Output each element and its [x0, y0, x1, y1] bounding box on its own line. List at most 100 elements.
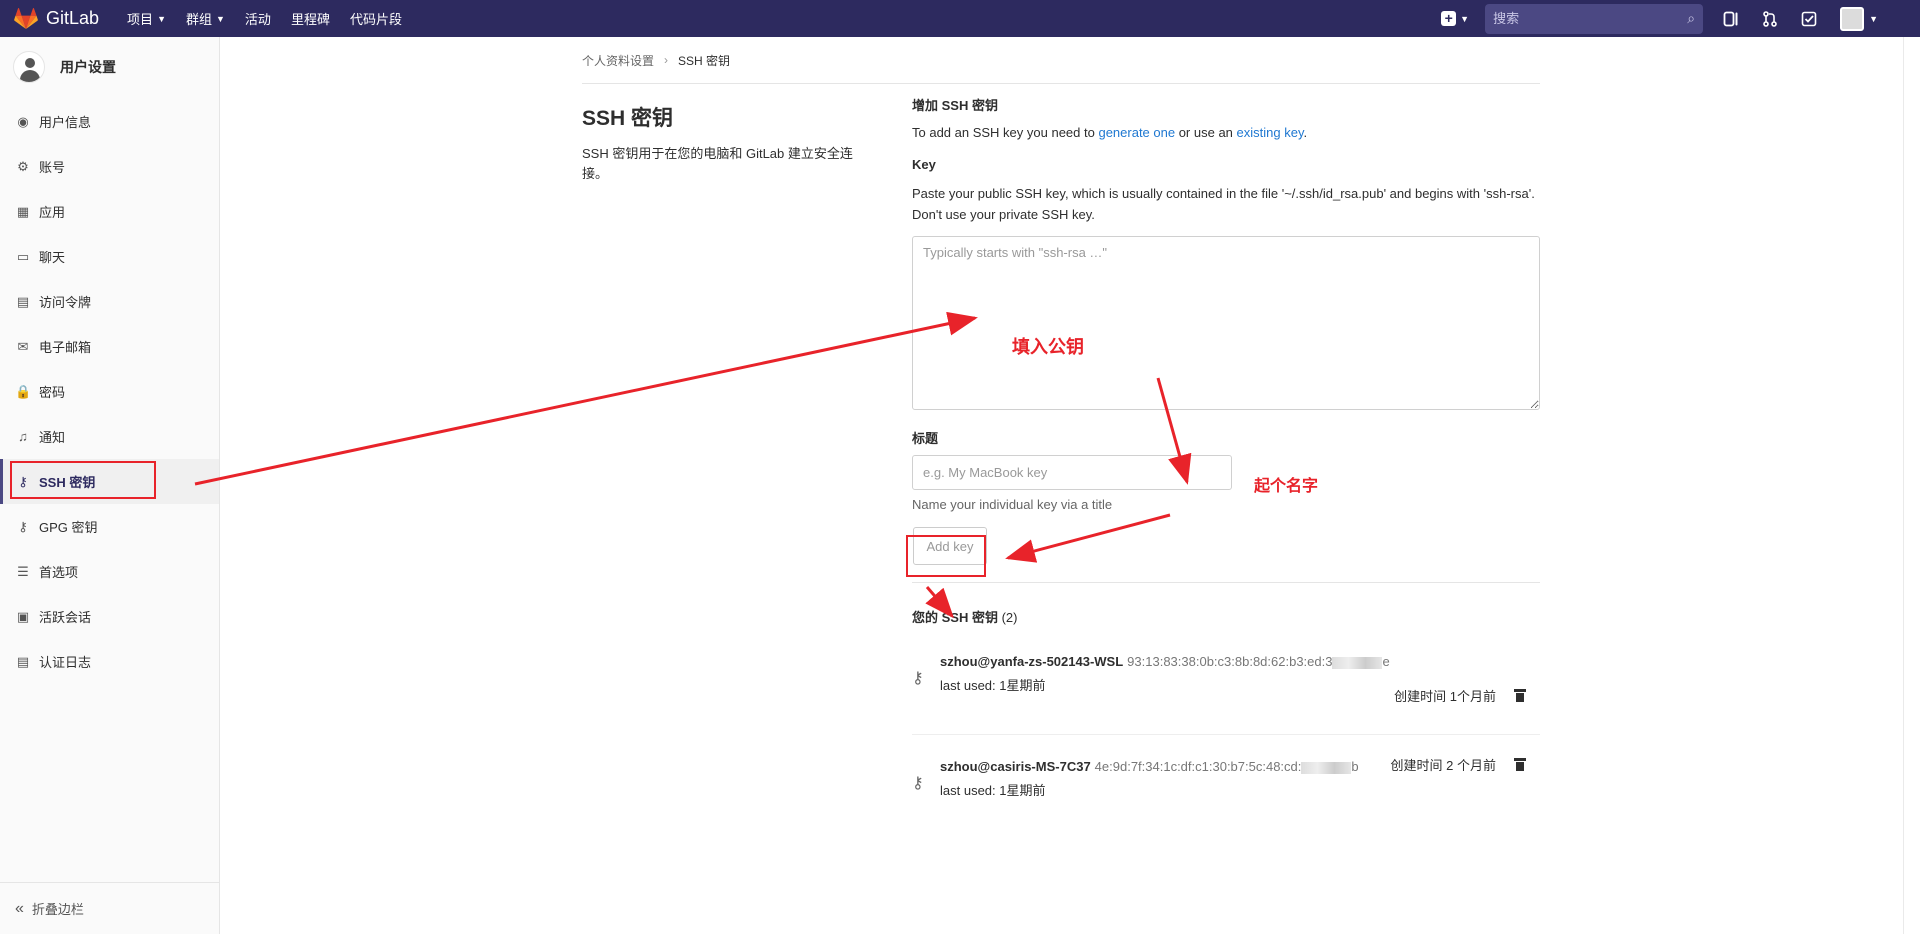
breadcrumb-current: SSH 密钥	[678, 53, 731, 68]
applications-icon: ▦	[16, 203, 30, 219]
sidebar-item-label: 访问令牌	[39, 295, 92, 310]
nav-milestones[interactable]: 里程碑	[291, 9, 330, 28]
merge-request-icon[interactable]	[1762, 10, 1778, 27]
key-row[interactable]: ⚷ szhou@casiris-MS-7C37 4e:9d:7f:34:1c:df…	[912, 734, 1540, 838]
redacted-blur	[1301, 761, 1352, 774]
search-box[interactable]: ⌕	[1485, 3, 1704, 34]
profile-icon: ◉	[17, 113, 29, 129]
key-title-line: szhou@casiris-MS-7C37 4e:9d:7f:34:1c:df:c…	[940, 759, 1359, 774]
key-row[interactable]: ⚷ szhou@yanfa-zs-502143-WSL 93:13:83:38:0…	[912, 630, 1540, 734]
todo-icon[interactable]	[1801, 11, 1817, 27]
sidebar-item-gpg-keys[interactable]: ⚷ GPG 密钥	[0, 504, 219, 549]
nav-activity-label: 活动	[244, 12, 271, 27]
key-name[interactable]: szhou@casiris-MS-7C37	[940, 759, 1091, 774]
bell-icon: ♫	[18, 429, 28, 444]
plus-icon: +	[1441, 11, 1457, 26]
breadcrumb-parent[interactable]: 个人资料设置	[582, 52, 654, 69]
gitlab-logo-icon	[14, 7, 38, 29]
issues-icon[interactable]	[1723, 11, 1739, 27]
key-title-line: szhou@yanfa-zs-502143-WSL 93:13:83:38:0b:…	[940, 654, 1390, 669]
search-icon: ⌕	[1687, 10, 1696, 26]
annotation-name-it: 起个名字	[1254, 476, 1319, 495]
sidebar-item-label: 用户信息	[39, 115, 92, 130]
nav-activity[interactable]: 活动	[245, 9, 271, 28]
gitlab-brand[interactable]: GitLab	[14, 0, 99, 37]
sidebar-item-label: 电子邮箱	[39, 340, 92, 355]
sidebar-item-emails[interactable]: ✉ 电子邮箱	[0, 324, 219, 369]
sidebar-item-account[interactable]: ⚙ 账号	[0, 144, 219, 189]
account-icon: ⚙	[17, 158, 29, 174]
key-label: Key	[912, 157, 936, 172]
intro-column: SSH 密钥 SSH 密钥用于在您的电脑和 GitLab 建立安全连接。	[582, 100, 872, 184]
sidebar-item-chat[interactable]: ▭ 聊天	[0, 234, 219, 279]
sidebar-header[interactable]: 用户设置	[0, 37, 219, 97]
redacted-blur	[1332, 656, 1383, 669]
chat-icon: ▭	[16, 248, 30, 264]
your-keys-title: 您的 SSH 密钥	[912, 610, 998, 625]
main-nav: 项目 ▼ 群组 ▼ 活动 里程碑 代码片段	[127, 0, 422, 37]
email-icon: ✉	[17, 338, 29, 354]
sidebar-item-label: 活跃会话	[39, 610, 92, 625]
nav-snippets[interactable]: 代码片段	[350, 9, 402, 28]
main-content: 个人资料设置 › SSH 密钥 SSH 密钥 SSH 密钥用于在您的电脑和 Gi…	[582, 37, 1540, 798]
key-textarea[interactable]	[912, 236, 1540, 410]
user-menu[interactable]: ▼	[1840, 6, 1878, 31]
annotation-arrow	[194, 311, 978, 486]
key-last-used: last used: 1星期前	[940, 678, 1046, 693]
sidebar-item-password[interactable]: 🔒 密码	[0, 369, 219, 414]
key-name[interactable]: szhou@yanfa-zs-502143-WSL	[940, 654, 1123, 669]
trash-icon[interactable]	[1514, 758, 1526, 771]
breadcrumb: 个人资料设置 › SSH 密钥	[582, 37, 1540, 84]
sidebar-item-active-sessions[interactable]: ▣ 活跃会话	[0, 594, 219, 639]
divider	[912, 582, 1540, 583]
key-fingerprint-end: b	[1351, 759, 1359, 774]
breadcrumb-separator: ›	[664, 53, 669, 67]
sidebar-items: ◉ 用户信息 ⚙ 账号 ▦ 应用 ▭ 聊天 ▤ 访问令牌 ✉ 电子邮箱 🔒 密码 ♫ 通知 ⚷ S…	[0, 99, 219, 684]
page-scrollbar[interactable]	[1903, 37, 1920, 934]
sidebar-item-auth-log[interactable]: ▤ 认证日志	[0, 639, 219, 684]
key-icon: ⚷	[912, 775, 924, 792]
sidebar-item-applications[interactable]: ▦ 应用	[0, 189, 219, 234]
sidebar-item-label: 首选项	[39, 565, 79, 580]
page-description: SSH 密钥用于在您的电脑和 GitLab 建立安全连接。	[582, 146, 853, 181]
collapse-sidebar-button[interactable]: « 折叠边栏	[0, 882, 219, 934]
chevron-down-icon: ▼	[216, 13, 225, 24]
trash-icon[interactable]	[1514, 689, 1526, 702]
sidebar-item-access-tokens[interactable]: ▤ 访问令牌	[0, 279, 219, 324]
keys-list: ⚷ szhou@yanfa-zs-502143-WSL 93:13:83:38:0…	[912, 630, 1540, 838]
brand-name: GitLab	[46, 8, 100, 28]
key-created: 创建时间 2 个月前	[1390, 758, 1496, 773]
annotation-box-sidebar	[10, 461, 156, 499]
page-title: SSH 密钥	[582, 107, 674, 130]
preferences-icon: ☰	[17, 563, 29, 579]
nav-groups-label: 群组	[185, 12, 212, 27]
intro-text: or use an	[1175, 125, 1237, 140]
sidebar-item-preferences[interactable]: ☰ 首选项	[0, 549, 219, 594]
double-chevron-left-icon: «	[15, 899, 24, 917]
sidebar-item-label: GPG 密钥	[39, 520, 98, 535]
key-help-text: Paste your public SSH key, which is usua…	[912, 186, 1535, 222]
intro-text: To add an SSH key you need to	[912, 125, 1099, 140]
sidebar-item-label: 认证日志	[39, 655, 92, 670]
title-input[interactable]	[912, 455, 1232, 490]
sidebar-item-label: 账号	[39, 160, 66, 175]
monitor-icon: ▣	[16, 608, 30, 624]
generate-one-link[interactable]: generate one	[1098, 125, 1175, 140]
search-input[interactable]	[1493, 11, 1688, 26]
avatar	[1840, 6, 1865, 31]
add-key-heading: 增加 SSH 密钥	[912, 98, 998, 113]
nav-groups[interactable]: 群组 ▼	[186, 9, 225, 28]
annotation-fill-key: 填入公钥	[1012, 337, 1084, 358]
sidebar-item-profile[interactable]: ◉ 用户信息	[0, 99, 219, 144]
top-navbar: GitLab 项目▼ 群组▼ 活动 里程碑 代码片段 + ▼ ⌕	[0, 0, 1920, 37]
title-hint: Name your individual key via a title	[912, 497, 1113, 512]
sidebar-item-notifications[interactable]: ♫ 通知	[0, 414, 219, 459]
nav-projects[interactable]: 项目 ▼	[127, 9, 166, 28]
new-dropdown-button[interactable]: + ▼	[1441, 11, 1469, 26]
sidebar-item-label: 通知	[39, 430, 66, 445]
your-keys-heading: 您的 SSH 密钥 (2)	[912, 607, 1540, 626]
key-last-used: last used: 1星期前	[940, 783, 1046, 798]
existing-key-link[interactable]: existing key	[1237, 125, 1304, 140]
chevron-down-icon: ▼	[1460, 13, 1470, 24]
nav-projects-label: 项目	[127, 12, 154, 27]
